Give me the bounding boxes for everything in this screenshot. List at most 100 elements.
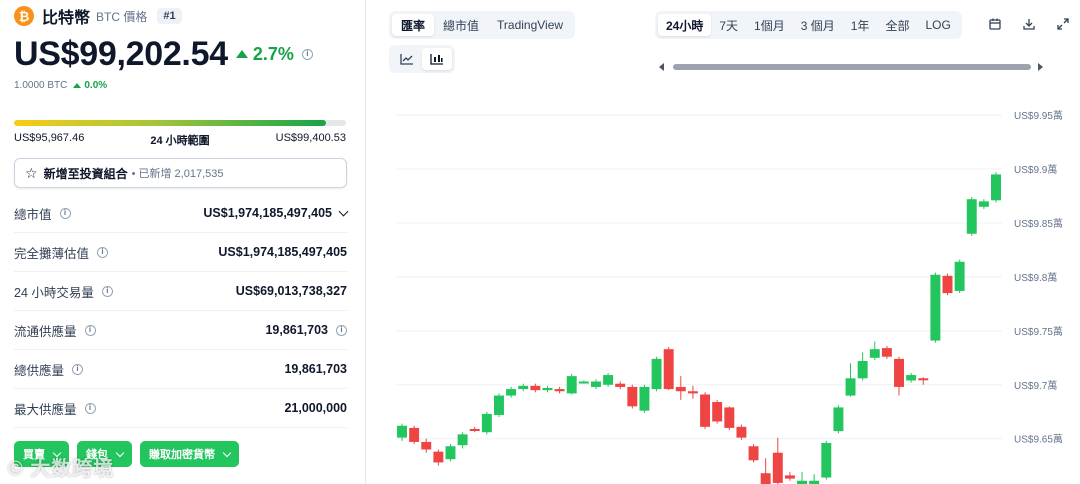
candle-body [894,358,904,387]
candle[interactable] [663,347,674,391]
candle[interactable] [578,380,589,384]
tab-tradingview[interactable]: TradingView [488,14,572,36]
earn-crypto-label: 賺取加密貨幣 [149,449,215,461]
info-icon[interactable]: i [72,363,84,375]
candle[interactable] [991,172,1001,203]
range-3m[interactable]: 3 個月 [793,14,843,36]
download-icon[interactable] [1019,14,1039,34]
candle-body [627,386,638,407]
candle-body [469,428,480,431]
candle[interactable] [906,372,917,383]
earn-crypto-button[interactable]: 賺取加密貨幣 [140,441,239,467]
info-icon[interactable]: i [301,48,313,60]
candle-body [445,446,456,460]
stat-row-max-supply: 最大供應量 i 21,000,000 [14,389,347,428]
expand-icon[interactable] [1053,14,1073,34]
stat-value: US$69,013,738,327 [235,284,347,298]
candle[interactable] [724,406,735,431]
candle[interactable] [566,373,577,395]
candle[interactable] [881,345,892,359]
stat-label: 24 小時交易量 [14,285,94,300]
candle-body [954,261,965,291]
candle[interactable] [821,440,832,480]
candle[interactable] [506,386,517,398]
buy-sell-button[interactable]: 買賣 [14,441,69,467]
candle[interactable] [760,458,771,484]
candle-body [397,425,407,438]
info-icon[interactable]: i [59,207,71,219]
add-to-portfolio-button[interactable]: ☆ 新增至投資組合 • 已新增 2,017,535 [14,158,347,188]
candle[interactable] [930,272,941,343]
candle[interactable] [651,356,662,392]
add-to-portfolio-label: 新增至投資組合 [43,166,128,181]
candle[interactable] [421,438,432,453]
candle[interactable] [736,424,747,440]
candle-body [772,452,783,483]
candle[interactable] [978,199,989,209]
candle[interactable] [809,474,820,484]
stat-label: 流通供應量 [14,324,77,339]
candle[interactable] [966,197,977,236]
line-chart-button[interactable] [392,48,422,70]
scroll-left-icon[interactable] [659,63,664,71]
stat-label: 總市值 [14,207,52,222]
candle[interactable] [894,356,904,396]
candle[interactable] [748,444,759,463]
chevron-down-icon[interactable] [338,206,349,216]
candle[interactable] [457,432,468,449]
candle[interactable] [542,385,553,393]
candlestick-chart-button[interactable] [422,48,452,70]
calendar-icon[interactable] [985,14,1005,34]
candle[interactable] [494,393,504,418]
candle[interactable] [869,341,880,360]
price-candlestick-chart[interactable]: US$9.95萬 US$9.9萬 US$9.85萬 US$9.8萬 US$9.75萬 US… [390,100,1080,484]
candle[interactable] [833,405,844,434]
info-icon[interactable]: i [84,324,96,336]
tab-market-cap[interactable]: 總市值 [434,14,488,36]
wallet-button[interactable]: 錢包 [77,441,132,467]
candle[interactable] [712,399,723,424]
candle-body [494,395,504,415]
candle[interactable] [675,376,686,400]
candle[interactable] [590,379,601,390]
scroll-right-icon[interactable] [1038,63,1043,71]
candle[interactable] [469,426,480,433]
price-change: 2.7% [235,43,294,65]
chart-scrollbar[interactable] [659,62,1043,72]
candle[interactable] [772,437,783,484]
candle[interactable] [942,273,953,296]
tab-exchange-rate[interactable]: 匯率 [392,14,435,36]
candle[interactable] [433,449,444,466]
price-change-pct: 2.7% [252,43,294,64]
candle[interactable] [797,472,808,484]
candle[interactable] [615,381,626,390]
candle[interactable] [687,385,698,399]
candle[interactable] [445,444,456,462]
candle[interactable] [954,259,965,294]
log-scale-toggle[interactable]: LOG [917,14,958,36]
info-icon[interactable]: i [336,324,347,336]
range-1y[interactable]: 1年 [843,14,878,36]
candle[interactable] [700,392,711,429]
info-icon[interactable]: i [97,246,109,258]
coin-info-panel: ₿ 比特幣 BTC 價格 #1 US$99,202.54 2.7% i 1.00… [0,0,366,484]
candle[interactable] [554,386,565,394]
candle[interactable] [857,352,868,381]
scrollbar-thumb[interactable] [673,64,1031,70]
info-icon[interactable]: i [101,285,113,297]
stat-row-market-cap[interactable]: 總市值 i US$1,974,185,497,405 [14,194,349,233]
range-7d[interactable]: 7天 [711,14,746,36]
info-icon[interactable]: i [84,402,96,414]
candle[interactable] [627,384,638,409]
candle[interactable] [918,377,929,385]
chart-tabs: 匯率 總市值 TradingView [389,11,576,39]
range-1m[interactable]: 1個月 [746,14,793,36]
candle[interactable] [481,411,492,435]
range-24h[interactable]: 24小時 [658,14,712,36]
candle[interactable] [784,472,795,481]
candle[interactable] [409,425,420,445]
range-all[interactable]: 全部 [877,14,917,36]
candle[interactable] [639,384,650,413]
candle-body [566,376,577,394]
candle[interactable] [845,363,856,397]
